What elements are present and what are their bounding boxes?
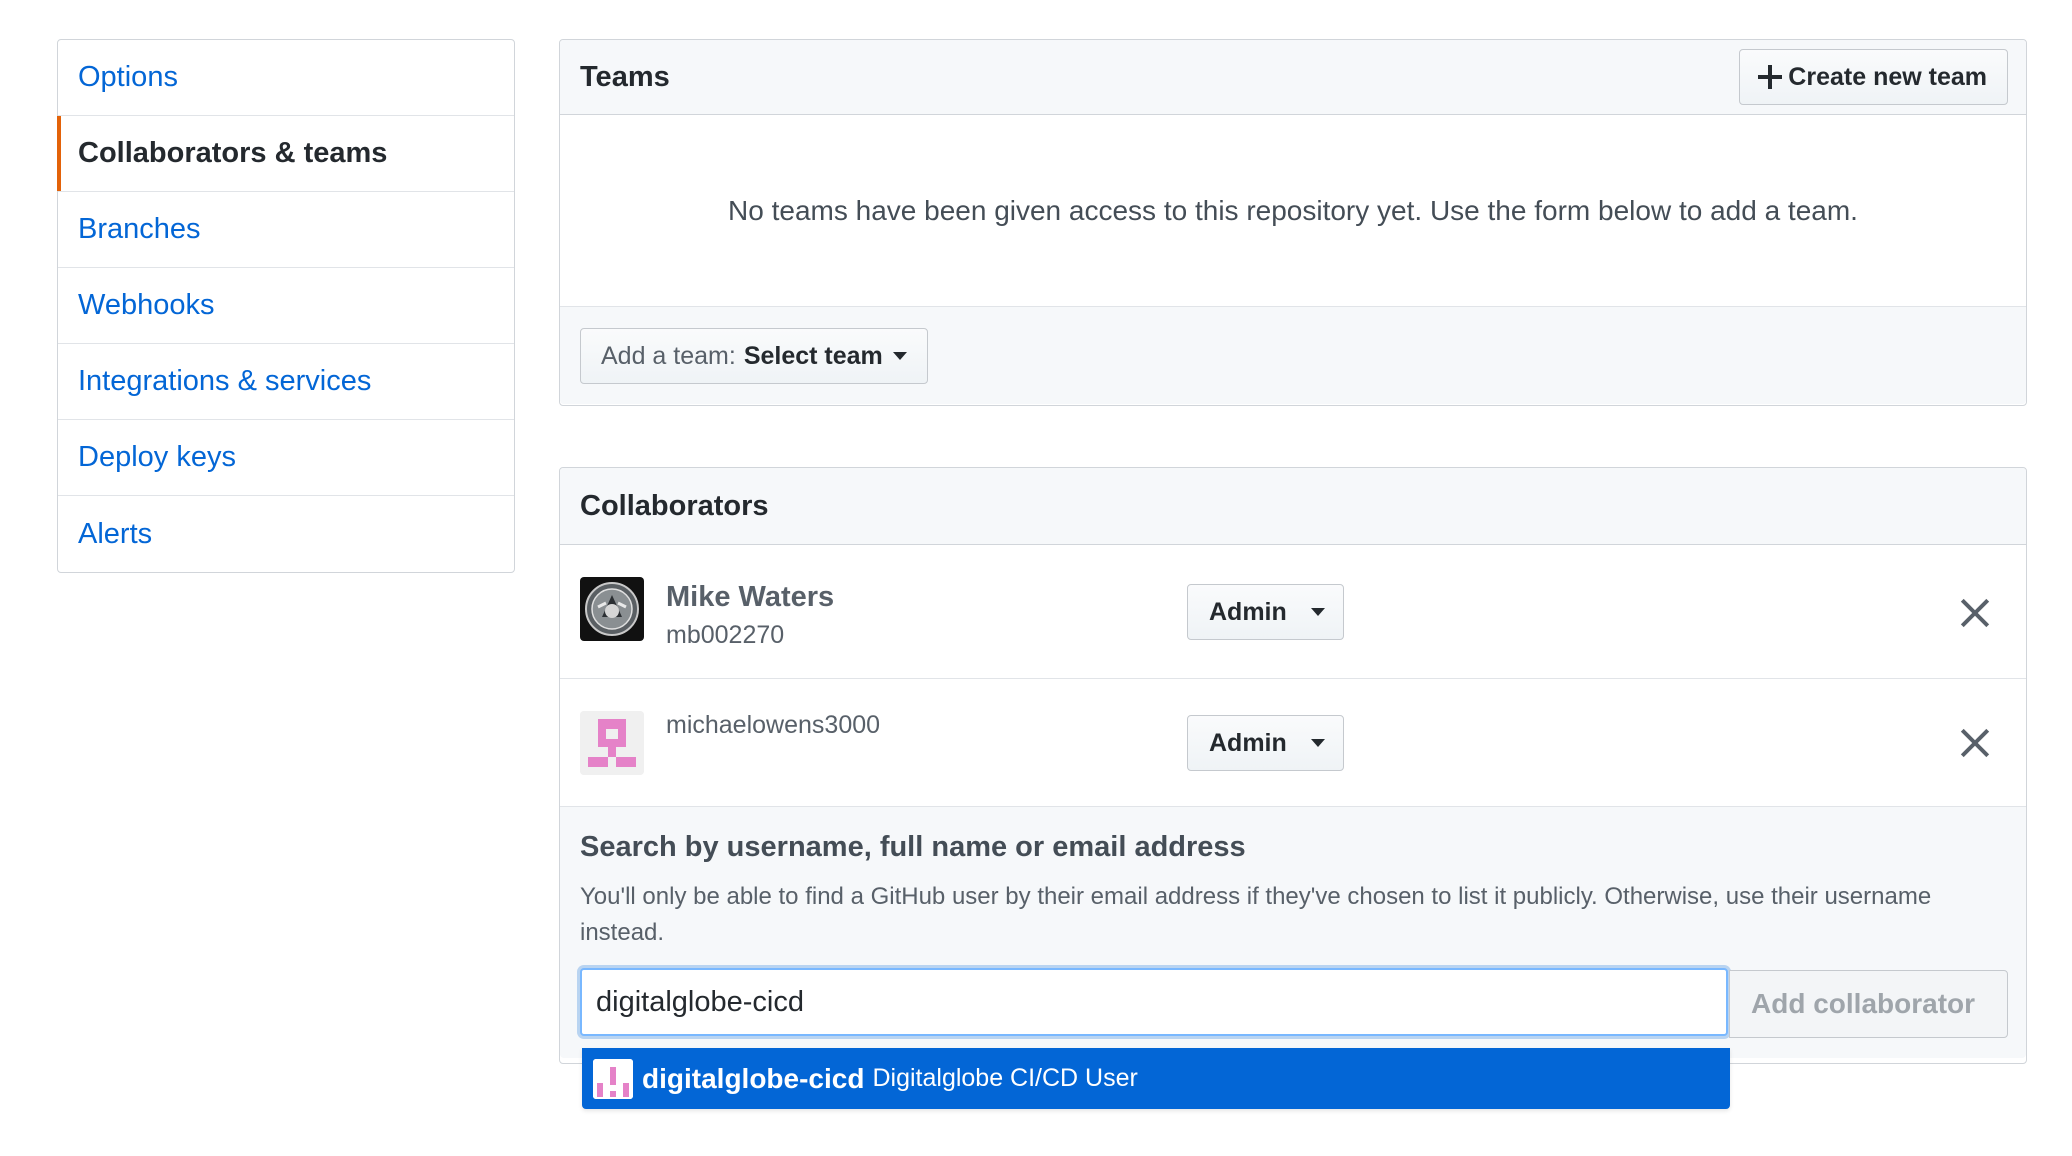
autocomplete-suggestion[interactable]: digitalglobe-cicd Digitalglobe CI/CD Use… (582, 1048, 1730, 1109)
add-team-row: Add a team: Select team (560, 307, 2026, 404)
caret-down-icon (1310, 739, 1325, 747)
collaborator-row: michaelowens3000 Admin (560, 679, 2026, 807)
search-note: You'll only be able to find a GitHub use… (580, 883, 1932, 946)
add-team-label: Add a team: (601, 341, 736, 370)
collaborators-header: Collaborators (560, 468, 2026, 545)
role-label: Admin (1209, 728, 1287, 757)
plus-icon (1758, 65, 1783, 89)
create-new-team-button[interactable]: Create new team (1739, 49, 2008, 105)
sidebar-item-options[interactable]: Options (58, 40, 514, 116)
collaborator-row: Mike Waters mb002270 Admin (560, 545, 2026, 679)
teams-box: Teams Create new team No teams have been… (559, 39, 2027, 406)
identicon-pink-icon[interactable] (580, 711, 644, 775)
collaborator-search-input[interactable] (580, 968, 1728, 1036)
select-team-dropdown[interactable]: Add a team: Select team (580, 328, 928, 384)
suggestion-full-name: Digitalglobe CI/CD User (872, 1064, 1138, 1092)
suggestion-login: digitalglobe-cicd (642, 1062, 865, 1094)
teams-header: Teams Create new team (560, 40, 2026, 115)
sidebar-item-integrations[interactable]: Integrations & services (58, 344, 514, 420)
sidebar-item-collaborators-teams[interactable]: Collaborators & teams (57, 116, 514, 192)
collaborators-title: Collaborators (580, 489, 769, 522)
collaborators-box: Collaborators Mike Waters mb002270 Admin (559, 467, 2027, 1064)
settings-sidebar: Options Collaborators & teams Branches W… (57, 39, 515, 573)
remove-collaborator-icon[interactable] (1960, 598, 1990, 628)
sidebar-item-deploy-keys[interactable]: Deploy keys (58, 420, 514, 496)
role-label: Admin (1209, 597, 1287, 626)
remove-collaborator-icon[interactable] (1960, 728, 1990, 758)
teams-title: Teams (580, 60, 670, 93)
caret-down-icon (1310, 608, 1325, 616)
create-new-team-label: Create new team (1788, 62, 1987, 91)
add-collaborator-form: Search by username, full name or email a… (560, 807, 2026, 1058)
sidebar-item-alerts[interactable]: Alerts (58, 496, 514, 572)
collaborator-login[interactable]: mb002270 (666, 621, 784, 650)
identicon-pink-icon (593, 1058, 633, 1099)
collaborator-login[interactable]: michaelowens3000 (666, 711, 880, 740)
select-team-value: Select team (743, 341, 883, 370)
teams-empty-message: No teams have been given access to this … (560, 115, 2026, 307)
sidebar-item-branches[interactable]: Branches (58, 192, 514, 268)
search-heading: Search by username, full name or email a… (580, 831, 1246, 863)
emblem-avatar-icon[interactable] (580, 577, 644, 641)
caret-down-icon (892, 352, 907, 360)
add-collaborator-label: Add collaborator (1751, 988, 1976, 1019)
sidebar-item-webhooks[interactable]: Webhooks (58, 268, 514, 344)
role-dropdown[interactable]: Admin (1187, 584, 1344, 640)
collaborator-name[interactable]: Mike Waters (666, 581, 834, 614)
add-collaborator-button[interactable]: Add collaborator (1729, 970, 2008, 1038)
role-dropdown[interactable]: Admin (1187, 715, 1344, 771)
